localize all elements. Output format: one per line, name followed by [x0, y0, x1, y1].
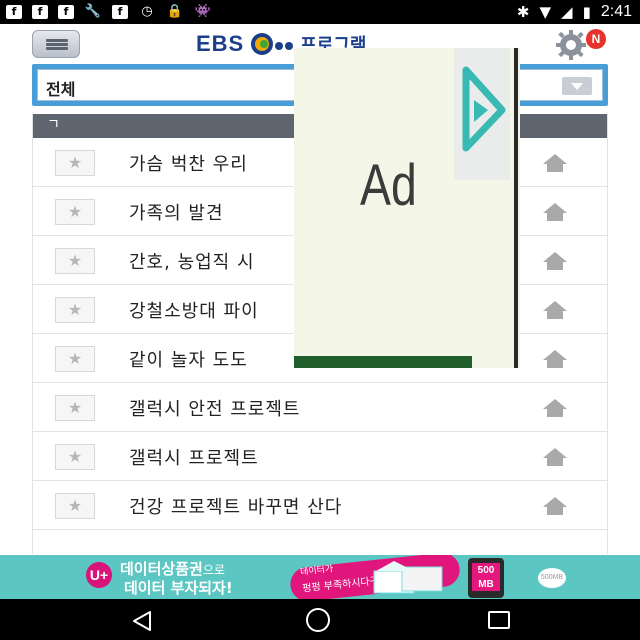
banner-line-1-suffix: 으로 [202, 563, 225, 577]
list-item-title: 갤럭시 안전 프로젝트 [129, 399, 301, 420]
gift-box-icon [373, 561, 443, 594]
home-icon[interactable] [541, 201, 569, 223]
list-item-title: 같이 놀자 도도 [129, 350, 248, 371]
star-icon: ★ [67, 251, 83, 270]
wifi-icon: ▼ [539, 3, 552, 21]
back-icon[interactable] [130, 610, 154, 632]
home-icon[interactable] [541, 397, 569, 419]
star-icon: ★ [67, 300, 83, 319]
favorite-star-button[interactable]: ★ [55, 444, 95, 470]
status-bar: f f f 🔧 f ◷ 🔒 👾 ✱ ▼ ◢ ▮ 2:41 [0, 0, 640, 24]
facebook-icon: f [6, 5, 22, 19]
star-icon: ★ [67, 349, 83, 368]
notification-badge: N [586, 29, 606, 49]
banner-line-2: 데이터 부자되자! [124, 579, 233, 597]
recent-apps-icon[interactable] [488, 611, 510, 629]
facebook-icon: f [112, 5, 128, 19]
ad-border-line [514, 48, 518, 368]
home-icon[interactable] [541, 299, 569, 321]
list-item-title: 갤럭시 프로젝트 [129, 448, 259, 469]
hamburger-line [46, 43, 68, 46]
hamburger-line [46, 39, 68, 42]
home-nav-icon[interactable] [306, 608, 330, 632]
list-item-title: 가슴 벅찬 우리 [129, 154, 248, 175]
list-item-title: 건강 프로젝트 바꾸면 산다 [129, 497, 343, 518]
favorite-star-button[interactable]: ★ [55, 395, 95, 421]
clock-icon: ◷ [141, 4, 153, 19]
uplus-logo: U+ [86, 562, 112, 588]
favorite-star-button[interactable]: ★ [55, 248, 95, 274]
chevron-down-icon[interactable] [562, 77, 592, 95]
ad-label: Ad [360, 153, 417, 218]
battery-icon: ▮ [582, 3, 591, 21]
list-item-title: 강철소방대 파이 [129, 301, 259, 322]
wrench-icon: 🔧 [84, 4, 102, 19]
navigation-bar [0, 599, 640, 640]
list-item[interactable]: ★ 갤럭시 안전 프로젝트 [33, 383, 607, 432]
star-icon: ★ [67, 153, 83, 172]
status-left-icons: f f f 🔧 f ◷ 🔒 👾 [6, 2, 212, 22]
star-icon: ★ [67, 202, 83, 221]
no-signal-icon: ◢ [561, 3, 573, 21]
home-icon[interactable] [541, 250, 569, 272]
home-icon[interactable] [541, 446, 569, 468]
lock-icon: 🔒 [166, 4, 184, 19]
home-icon[interactable] [541, 348, 569, 370]
banner-line-1-main: 데이터상품권 [120, 560, 203, 578]
star-icon: ★ [67, 447, 83, 466]
menu-button[interactable] [32, 30, 80, 58]
status-time: 2:41 [600, 3, 632, 20]
list-item-title: 간호, 농업직 시 [129, 252, 255, 273]
category-select-value: 전체 [46, 80, 76, 99]
home-icon[interactable] [541, 495, 569, 517]
star-icon: ★ [67, 398, 83, 417]
list-item-title: 가족의 발견 [129, 203, 224, 224]
list-item[interactable]: ★ 갤럭시 프로젝트 [33, 432, 607, 481]
phone-screen-text: 500 MB [472, 563, 500, 591]
home-icon[interactable] [541, 152, 569, 174]
banner-line-1: 데이터상품권으로 [120, 558, 225, 579]
favorite-star-button[interactable]: ★ [55, 493, 95, 519]
coin-icon: 500MB [538, 568, 566, 588]
status-right-icons: ✱ ▼ ◢ ▮ 2:41 [517, 2, 632, 22]
favorite-star-button[interactable]: ★ [55, 150, 95, 176]
hamburger-line [46, 47, 68, 50]
play-icon[interactable] [454, 48, 510, 180]
bluetooth-icon: ✱ [516, 3, 530, 21]
settings-gear-icon[interactable] [554, 28, 588, 62]
facebook-icon: f [32, 5, 48, 19]
ad-popup[interactable]: Ad [294, 48, 520, 368]
favorite-star-button[interactable]: ★ [55, 199, 95, 225]
ebs-mark-icon [251, 33, 294, 55]
bottom-banner-ad[interactable]: U+ 데이터상품권으로 데이터 부자되자! 데이터가 펑펑 부족하시다구요? 5… [0, 555, 640, 599]
list-item[interactable]: ★ 건강 프로젝트 바꾸면 산다 [33, 481, 607, 530]
facebook-icon: f [58, 5, 74, 19]
favorite-star-button[interactable]: ★ [55, 346, 95, 372]
android-icon: 👾 [194, 4, 212, 19]
star-icon: ★ [67, 496, 83, 515]
logo-text: EBS [196, 31, 245, 56]
favorite-star-button[interactable]: ★ [55, 297, 95, 323]
ad-side-panel [454, 48, 510, 180]
ad-bottom-strip [294, 356, 472, 368]
